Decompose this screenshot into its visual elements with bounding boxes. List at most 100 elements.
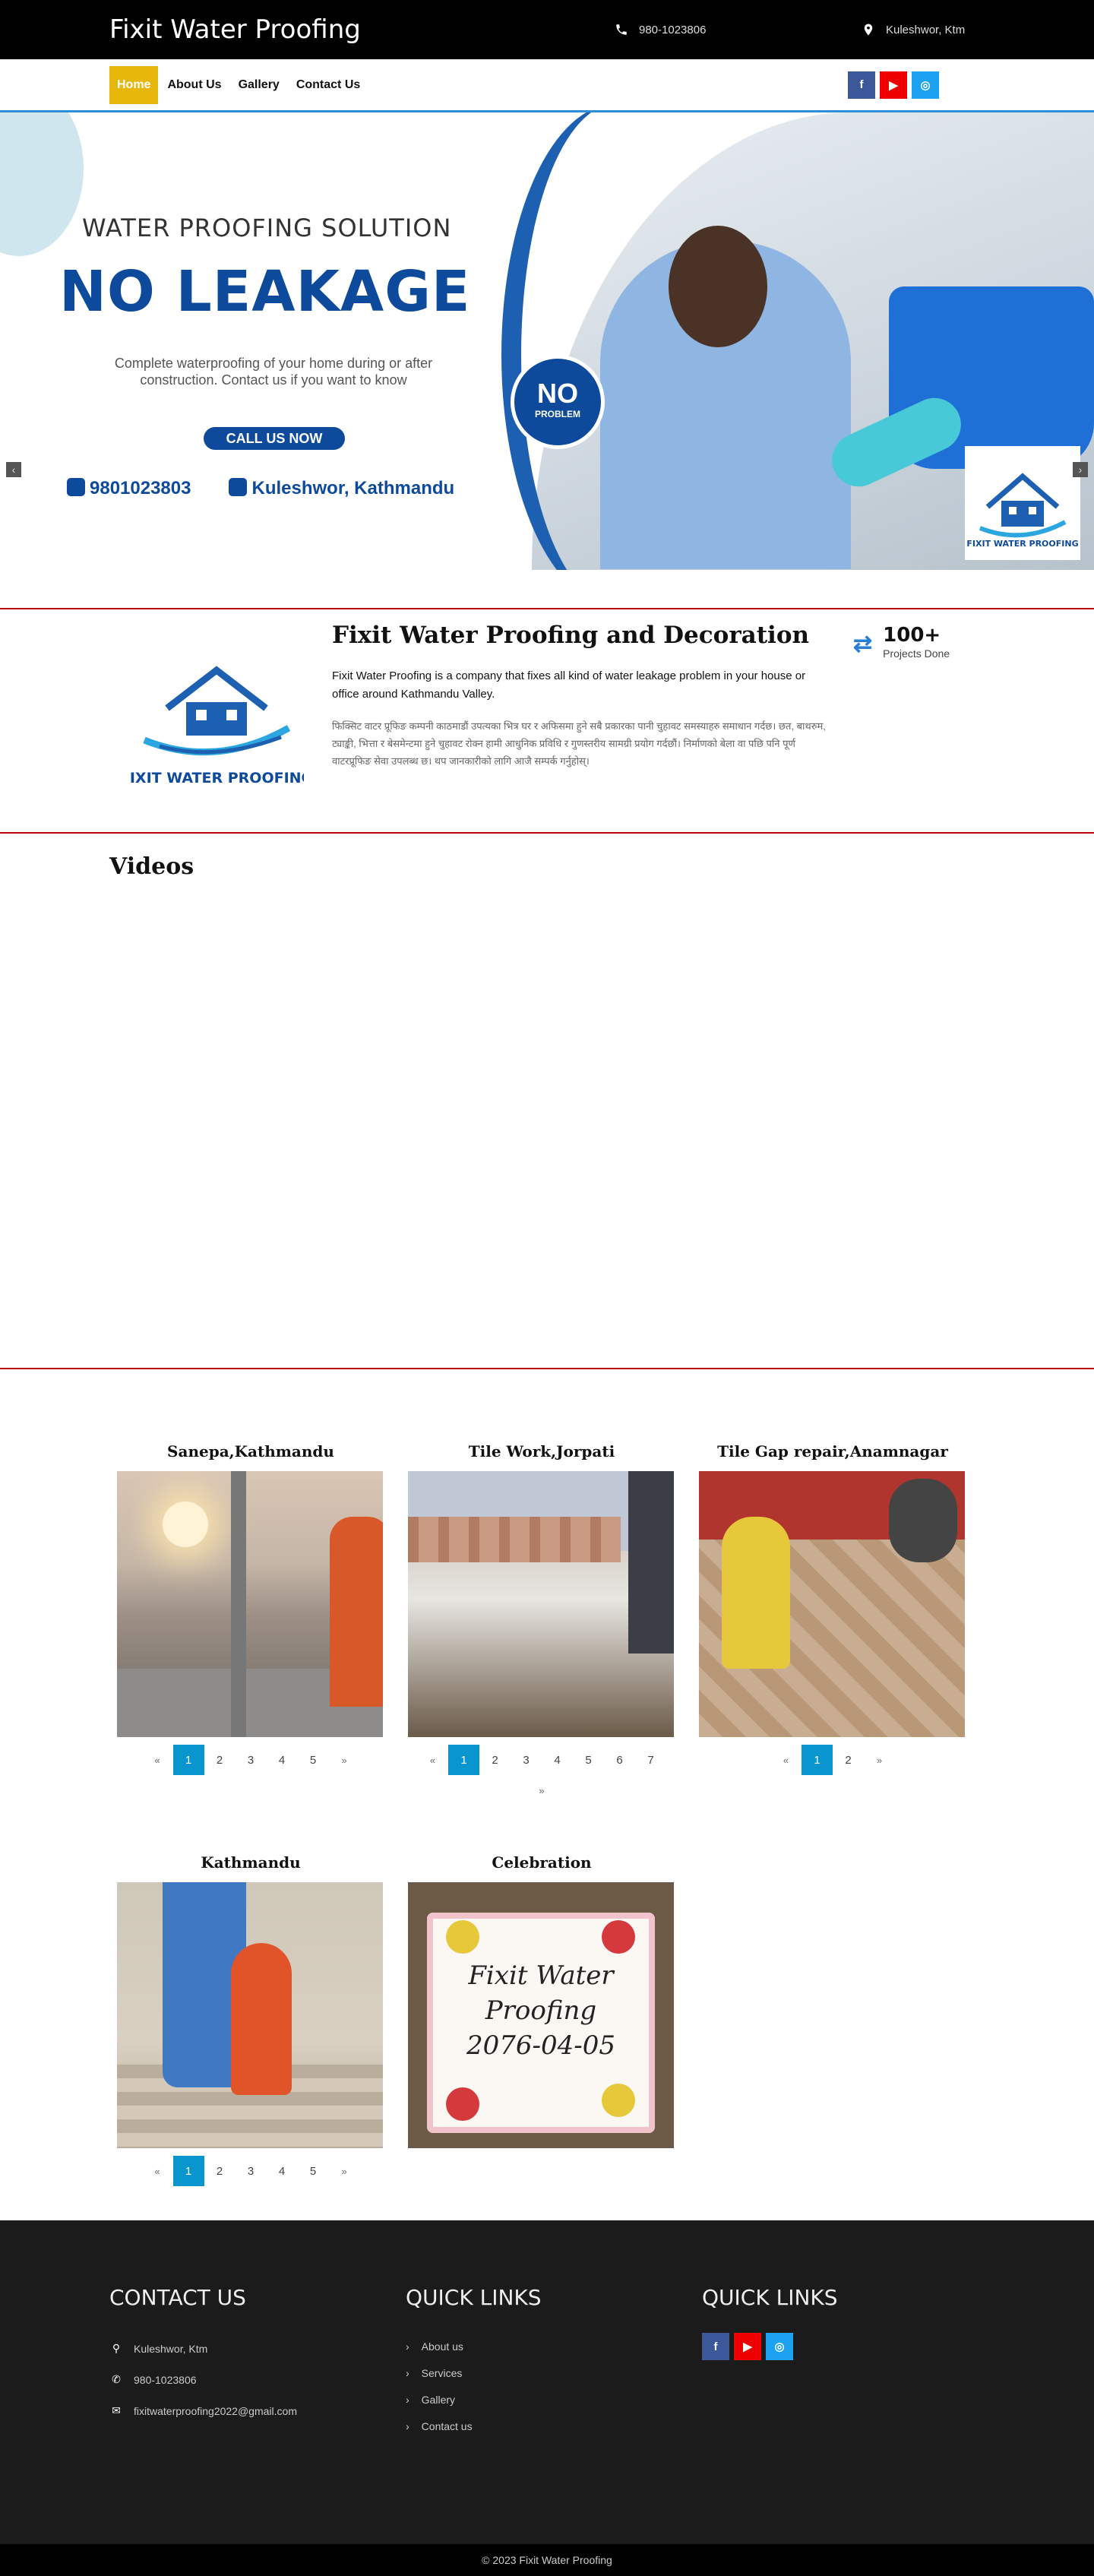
header-phone-text: 980-1023806 xyxy=(639,23,707,36)
pager-page[interactable]: 5 xyxy=(298,2156,329,2186)
site-brand[interactable]: Fixit Water Proofing xyxy=(109,14,504,45)
pager-page[interactable]: 4 xyxy=(542,1745,573,1775)
album-title: Kathmandu xyxy=(201,1853,301,1872)
pager-page[interactable]: 5 xyxy=(298,1745,329,1775)
nav-gallery[interactable]: Gallery xyxy=(231,68,287,103)
about-title: Fixit Water Proofing and Decoration xyxy=(332,622,810,649)
hero-subtitle: WATER PROOFING SOLUTION xyxy=(82,214,452,242)
about-section: FIXIT WATER PROOFING Fixit Water Proofin… xyxy=(0,608,1094,834)
pager-page[interactable]: 3 xyxy=(236,1745,267,1775)
hero-contacts: 9801023803 Kuleshwor, Kathmandu xyxy=(67,478,454,499)
youtube-icon[interactable]: ▶ xyxy=(880,71,907,99)
footer-link[interactable]: › Services xyxy=(406,2359,542,2386)
album-card: Sanepa,Kathmandu « 1 2 3 4 5 » xyxy=(117,1436,384,1775)
main-nav: Home About Us Gallery Contact Us f ▶ ◎ xyxy=(0,59,1094,112)
footer-quick-links: QUICK LINKS › About us › Services › Gallery… xyxy=(406,2285,542,2439)
pager-page[interactable]: 3 xyxy=(236,2156,267,2186)
worker xyxy=(889,1479,957,1562)
album-pagination: « 1 2 » xyxy=(699,1745,966,1775)
stat-number: 100+ xyxy=(883,624,941,647)
album-card: Celebration Fixit Water Proofing 2076-04… xyxy=(408,1847,675,2148)
album-pagination: « 1 2 3 4 5 6 7 » xyxy=(408,1745,675,1805)
phone-icon xyxy=(67,478,85,496)
cake-text: Fixit Water Proofing 2076-04-05 xyxy=(466,1960,616,2061)
pager-page[interactable]: 2 xyxy=(204,2156,236,2186)
hero-title: NO LEAKAGE xyxy=(59,259,471,324)
hero-logo: FIXIT WATER PROOFING xyxy=(965,446,1080,560)
pager-page[interactable]: 2 xyxy=(204,1745,236,1775)
pager-page[interactable]: 5 xyxy=(573,1745,604,1775)
hero-address: Kuleshwor, Kathmandu xyxy=(229,478,454,499)
footer-social-icons: f ▶ ◎ xyxy=(702,2333,838,2360)
footer-address-text: Kuleshwor, Ktm xyxy=(134,2342,208,2355)
call-us-now-button[interactable]: CALL US NOW xyxy=(204,427,345,450)
pager-page[interactable]: 6 xyxy=(604,1745,635,1775)
house-logo-icon: FIXIT WATER PROOFING xyxy=(120,666,313,786)
pager-next[interactable]: » xyxy=(526,1775,558,1805)
album-card: Tile Work,Jorpati « 1 2 3 4 5 6 7 » xyxy=(408,1436,675,1805)
rose xyxy=(446,1920,479,1954)
album-photo[interactable] xyxy=(699,1471,965,1737)
map-pin-icon xyxy=(229,478,248,496)
nav-home[interactable]: Home xyxy=(109,65,159,104)
slider-prev-button[interactable]: ‹ xyxy=(6,462,21,477)
pager-next[interactable]: » xyxy=(329,2156,360,2186)
album-pagination: « 1 2 3 4 5 » xyxy=(117,2156,384,2186)
footer-link[interactable]: › About us xyxy=(406,2333,542,2359)
pager-prev[interactable]: « xyxy=(417,1745,448,1775)
pager-page[interactable]: 7 xyxy=(635,1745,666,1775)
footer-link-text: Services xyxy=(421,2366,463,2379)
facebook-icon[interactable]: f xyxy=(848,71,875,99)
album-photo[interactable] xyxy=(117,1471,383,1737)
chevron-right-icon: › xyxy=(406,2393,409,2406)
hero-slider: WATER PROOFING SOLUTION NO LEAKAGE Compl… xyxy=(0,112,1094,570)
hero-phone: 9801023803 xyxy=(67,478,191,499)
footer-social-heading: QUICK LINKS xyxy=(702,2285,838,2310)
rose xyxy=(602,2084,635,2117)
stat-label: Projects Done xyxy=(883,647,950,660)
pager-prev[interactable]: « xyxy=(770,1745,802,1775)
about-text-nepali: फिक्सिट वाटर प्रूफिङ कम्पनी काठमाडौं उपत… xyxy=(332,720,826,767)
pager-page[interactable]: 1 xyxy=(448,1745,479,1775)
person xyxy=(231,1943,292,2095)
footer-link[interactable]: › Gallery xyxy=(406,2386,542,2413)
album-title: Sanepa,Kathmandu xyxy=(167,1442,334,1460)
header-phone: 980-1023806 xyxy=(615,23,862,36)
company-logo: FIXIT WATER PROOFING xyxy=(120,655,313,792)
rose xyxy=(446,2087,479,2121)
album-photo[interactable] xyxy=(408,1471,674,1737)
gallery-section: Sanepa,Kathmandu « 1 2 3 4 5 » Tile Work… xyxy=(0,1369,1094,2220)
pager-page[interactable]: 1 xyxy=(172,1745,204,1775)
pager-page[interactable]: 2 xyxy=(479,1745,511,1775)
hero-description: Complete waterproofing of your home duri… xyxy=(114,356,433,388)
footer-email-text[interactable]: fixitwaterproofing2022@gmail.com xyxy=(134,2405,297,2417)
album-card: Tile Gap repair,Anamnagar « 1 2 » xyxy=(699,1436,966,1775)
album-photo[interactable]: Fixit Water Proofing 2076-04-05 xyxy=(408,1882,674,2148)
pager-page[interactable]: 4 xyxy=(267,1745,298,1775)
nav-about-us[interactable]: About Us xyxy=(160,68,229,103)
repeat-icon: ⇄ xyxy=(853,631,873,657)
worker xyxy=(330,1517,383,1707)
youtube-icon[interactable]: ▶ xyxy=(734,2333,761,2360)
pager-prev[interactable]: « xyxy=(142,1745,173,1775)
instagram-icon[interactable]: ◎ xyxy=(912,71,939,99)
pager-prev[interactable]: « xyxy=(142,2156,173,2186)
footer-contact-heading: CONTACT US xyxy=(109,2285,246,2310)
footer-link[interactable]: › Contact us xyxy=(406,2413,542,2439)
about-text: Fixit Water Proofing is a company that f… xyxy=(332,669,806,701)
pager-page[interactable]: 1 xyxy=(802,1745,833,1775)
worker-leg xyxy=(628,1471,674,1654)
pager-next[interactable]: » xyxy=(329,1745,360,1775)
rose xyxy=(602,1920,635,1954)
instagram-icon[interactable]: ◎ xyxy=(766,2333,793,2360)
footer-phone: ✆ 980-1023806 xyxy=(109,2364,297,2395)
nav-contact-us[interactable]: Contact Us xyxy=(289,68,368,103)
slider-next-button[interactable]: › xyxy=(1073,462,1088,477)
pager-page[interactable]: 1 xyxy=(172,2156,204,2186)
pager-page[interactable]: 2 xyxy=(833,1745,864,1775)
pager-page[interactable]: 3 xyxy=(511,1745,542,1775)
pager-next[interactable]: » xyxy=(864,1745,895,1775)
facebook-icon[interactable]: f xyxy=(702,2333,729,2360)
album-photo[interactable] xyxy=(117,1882,383,2148)
pager-page[interactable]: 4 xyxy=(267,2156,298,2186)
